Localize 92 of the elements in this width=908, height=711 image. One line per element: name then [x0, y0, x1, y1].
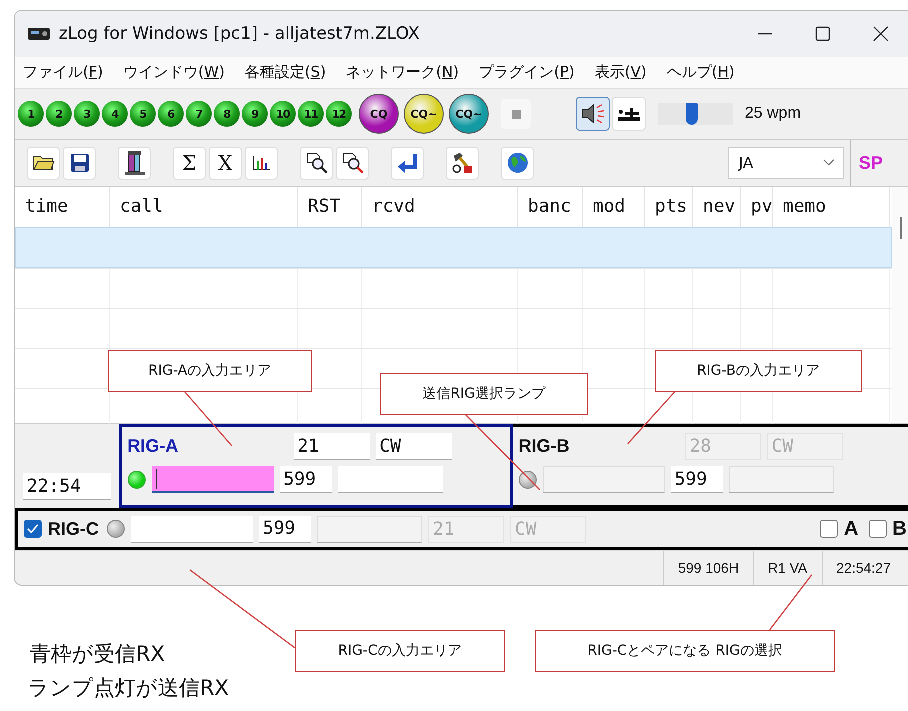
- maximize-icon[interactable]: [815, 26, 831, 42]
- keyer-button[interactable]: [612, 97, 646, 131]
- speed-slider[interactable]: [658, 103, 733, 125]
- number-field[interactable]: [338, 466, 443, 493]
- checkmark-icon: [27, 524, 39, 534]
- call-field[interactable]: [131, 516, 253, 542]
- memory-button[interactable]: 4: [102, 101, 128, 127]
- rig-name: RIG-C: [48, 518, 99, 540]
- rig-name: RIG-A: [128, 436, 180, 457]
- folder-icon: [32, 154, 54, 172]
- return-button[interactable]: [391, 146, 424, 180]
- checkbox[interactable]: [24, 520, 42, 538]
- status-text: R1 VA: [754, 551, 822, 585]
- cq-button[interactable]: CQ: [359, 94, 399, 134]
- callout-tooltip: RIG-Bの入力エリア: [655, 350, 862, 392]
- close-icon[interactable]: [873, 26, 889, 42]
- memory-button[interactable]: 1: [18, 101, 44, 127]
- disk-button[interactable]: [63, 146, 96, 180]
- tower-button[interactable]: [118, 146, 151, 180]
- stop-icon: [512, 110, 520, 118]
- window-title: zLog for Windows [pc1] - alljatest7m.ZLOX: [59, 24, 420, 44]
- memory-button[interactable]: 8: [214, 101, 240, 127]
- sidetone-button[interactable]: [576, 97, 610, 131]
- stop-button[interactable]: [501, 99, 531, 129]
- leader-line: [769, 574, 813, 630]
- folder-button[interactable]: [27, 146, 60, 180]
- bar-chart-icon: [252, 155, 270, 171]
- memory-button[interactable]: 9: [242, 101, 268, 127]
- call-field[interactable]: [152, 466, 274, 493]
- rst-field[interactable]: 599: [259, 516, 311, 542]
- radio-icon: [27, 27, 51, 41]
- speed-reading: 25 wpm: [745, 105, 802, 123]
- tools-icon: [452, 152, 474, 174]
- magnifier-icon: [342, 152, 364, 174]
- leader-line: [628, 392, 676, 444]
- note-text: ランプ点灯が送信RX: [28, 675, 229, 702]
- tower-icon: [124, 150, 146, 176]
- menu-item[interactable]: 各種設定(S): [244, 63, 326, 82]
- callout-tooltip: 送信RIG選択ランプ: [380, 373, 588, 415]
- magnifier-icon: [306, 152, 328, 174]
- tools-button[interactable]: [446, 146, 479, 180]
- save-icon: [70, 153, 90, 173]
- checkbox-label: B: [892, 518, 907, 540]
- menu-item[interactable]: ウインドウ(W): [123, 63, 225, 82]
- memory-button[interactable]: 3: [74, 101, 100, 127]
- memory-button[interactable]: 12: [326, 101, 352, 127]
- memory-button[interactable]: 10: [270, 101, 296, 127]
- globe-button[interactable]: [501, 146, 534, 180]
- menu-item[interactable]: ファイル(F): [23, 63, 104, 82]
- status-text: 599 106H: [664, 551, 754, 585]
- memory-button[interactable]: 6: [158, 101, 184, 127]
- checkbox[interactable]: [868, 520, 887, 538]
- checkbox[interactable]: [820, 520, 838, 538]
- toolbar-button[interactable]: Σ: [173, 146, 206, 180]
- memory-button[interactable]: 11: [298, 101, 324, 127]
- callout-tooltip: RIG-Cとペアになる RIGの選択: [535, 630, 835, 672]
- rig-name: RIG-B: [518, 436, 571, 457]
- menu-item[interactable]: プラグイン(P): [479, 63, 575, 82]
- band-field[interactable]: 21: [294, 433, 370, 460]
- menu-item[interactable]: ネットワーク(N): [346, 63, 460, 82]
- callout-tooltip: RIG-Aの入力エリア: [108, 350, 312, 392]
- magnifier-button[interactable]: [336, 146, 369, 180]
- scrollbar[interactable]: [892, 187, 908, 423]
- transmit-lamp[interactable]: [128, 470, 146, 488]
- return-arrow-icon: [396, 152, 418, 174]
- time-field[interactable]: 22:54: [23, 473, 111, 500]
- cq-button[interactable]: CQ~: [404, 94, 444, 134]
- note-text: 青枠が受信RX: [30, 641, 165, 668]
- toolbar-button[interactable]: X: [209, 146, 242, 180]
- memory-button[interactable]: 5: [130, 101, 156, 127]
- status-text: 22:54:27: [836, 559, 892, 578]
- transmit-lamp[interactable]: [107, 520, 125, 538]
- checkbox-label: A: [844, 518, 859, 540]
- transmit-lamp[interactable]: [518, 470, 537, 488]
- memory-button[interactable]: 2: [46, 101, 72, 127]
- callout-tooltip: RIG-Cの入力エリア: [295, 630, 505, 672]
- magnifier-button[interactable]: [300, 146, 333, 180]
- rst-field[interactable]: 599: [670, 466, 723, 493]
- cq-button[interactable]: CQ~: [449, 94, 489, 134]
- menu-item[interactable]: ヘルプ(H): [666, 63, 735, 82]
- band-dropdown[interactable]: JA: [728, 147, 844, 179]
- speaker-icon: [580, 103, 606, 125]
- mode-field[interactable]: CW: [376, 433, 452, 460]
- mode-label: SP: [850, 140, 908, 186]
- memory-button[interactable]: 7: [186, 101, 212, 127]
- rst-field[interactable]: 599: [280, 466, 332, 493]
- globe-icon: [506, 152, 528, 174]
- chart-button[interactable]: [245, 146, 278, 180]
- menu-item[interactable]: 表示(V): [594, 63, 647, 82]
- chevron-down-icon: [823, 159, 835, 167]
- leader-line: [184, 392, 232, 446]
- telegraph-key-icon: [616, 106, 642, 122]
